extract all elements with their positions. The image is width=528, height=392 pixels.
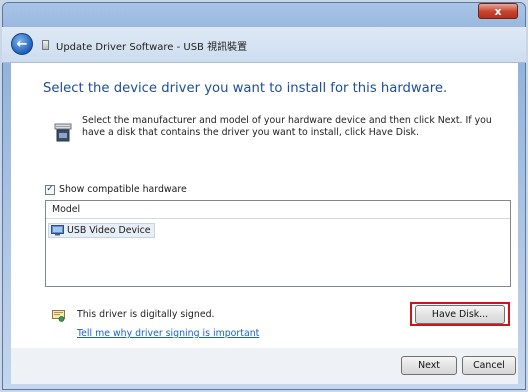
device-manager-icon <box>42 40 49 50</box>
window-title: Update Driver Software - USB 視訊裝置 <box>56 42 248 53</box>
instructions-text: Select the manufacturer and model of you… <box>82 115 492 138</box>
show-compatible-label[interactable]: Show compatible hardware <box>59 184 187 195</box>
model-list[interactable]: Model USB Video Device <box>45 200 511 287</box>
monitor-device-icon <box>51 225 64 236</box>
back-button[interactable]: ← <box>11 33 33 55</box>
list-item-label: USB Video Device <box>67 225 151 236</box>
cancel-button[interactable]: Cancel <box>462 356 516 375</box>
show-compatible-checkbox[interactable]: ✓ <box>45 184 55 195</box>
next-button[interactable]: Next <box>401 356 457 375</box>
back-arrow-icon: ← <box>16 36 28 52</box>
wizard-footer: Next Cancel <box>11 348 518 384</box>
model-column-header[interactable]: Model <box>46 201 510 219</box>
close-icon: x <box>494 4 502 18</box>
page-heading: Select the device driver you want to ins… <box>43 81 448 96</box>
signed-driver-icon <box>52 310 65 322</box>
signed-status-text: This driver is digitally signed. <box>77 309 215 320</box>
close-button[interactable]: x <box>478 3 518 19</box>
checkmark-icon: ✓ <box>46 184 54 194</box>
wizard-content: Select the device driver you want to ins… <box>11 63 518 348</box>
list-item[interactable]: USB Video Device <box>48 223 155 238</box>
wizard-titlebar: ← Update Driver Software - USB 視訊裝置 <box>2 27 526 63</box>
have-disk-button[interactable]: Have Disk... <box>415 305 505 324</box>
show-compatible-row: ✓ Show compatible hardware <box>45 184 187 195</box>
hardware-device-icon <box>54 123 72 142</box>
driver-signing-help-link[interactable]: Tell me why driver signing is important <box>77 328 259 339</box>
